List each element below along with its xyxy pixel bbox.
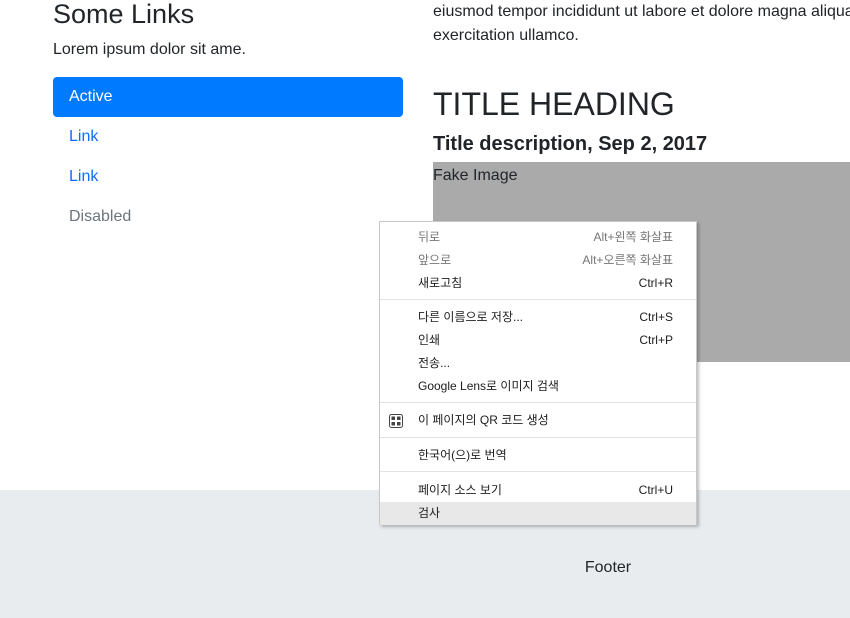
menu-item-qr-code[interactable]: 이 페이지의 QR 코드 생성 [380,409,696,432]
menu-separator [380,299,696,300]
menu-item-inspect[interactable]: 검사 [380,502,696,525]
menu-item-label: 검사 [418,506,441,520]
nav-item-active[interactable]: Active [53,77,403,117]
sidebar-title: Some Links [53,0,195,29]
menu-item-google-lens[interactable]: Google Lens로 이미지 검색 [380,375,696,398]
menu-item-print[interactable]: 인쇄 Ctrl+P [380,329,696,352]
menu-item-translate[interactable]: 한국어(으)로 번역 [380,444,696,467]
menu-item-label: Google Lens로 이미지 검색 [418,379,559,393]
post-description: Title description, Sep 2, 2017 [433,133,708,155]
menu-item-label: 한국어(으)로 번역 [418,448,507,462]
menu-item-label: 뒤로 [418,230,441,244]
sidebar-nav: Active Link Link Disabled [53,77,403,237]
menu-item-save-as[interactable]: 다른 이름으로 저장... Ctrl+S [380,306,696,329]
menu-item-label: 이 페이지의 QR 코드 생성 [418,413,549,427]
menu-item-shortcut: Ctrl+R [638,276,673,290]
menu-item-forward[interactable]: 앞으로 Alt+오른쪽 화살표 [380,249,696,272]
post-title: TITLE HEADING [433,86,675,122]
menu-item-shortcut: Alt+오른쪽 화살표 [582,253,673,267]
menu-item-label: 페이지 소스 보기 [418,483,502,497]
menu-separator [380,437,696,438]
menu-separator [380,402,696,403]
menu-separator [380,471,696,472]
footer-text: Footer [584,559,632,576]
intro-line-1: eiusmod tempor incididunt ut labore et d… [433,3,850,20]
menu-item-label: 전송... [418,356,451,370]
menu-item-shortcut: Alt+왼쪽 화살표 [593,230,673,244]
menu-item-reload[interactable]: 새로고침 Ctrl+R [380,272,696,295]
menu-item-back[interactable]: 뒤로 Alt+왼쪽 화살표 [380,226,696,249]
nav-item-disabled: Disabled [69,208,132,225]
menu-item-shortcut: Ctrl+U [638,483,673,497]
menu-item-view-source[interactable]: 페이지 소스 보기 Ctrl+U [380,479,696,502]
nav-item-link-1[interactable]: Link [53,117,403,157]
menu-item-shortcut: Ctrl+S [639,310,673,324]
menu-item-label: 인쇄 [418,333,441,347]
nav-item-link-2[interactable]: Link [53,157,403,197]
menu-item-cast[interactable]: 전송... [380,352,696,375]
context-menu: 뒤로 Alt+왼쪽 화살표 앞으로 Alt+오른쪽 화살표 새로고침 Ctrl+… [379,221,697,525]
menu-item-label: 앞으로 [418,253,452,267]
qr-code-icon [389,414,403,428]
fake-image-label: Fake Image [433,167,518,184]
menu-item-shortcut: Ctrl+P [639,333,673,347]
intro-line-2: exercitation ullamco. [433,27,579,44]
sidebar-description: Lorem ipsum dolor sit ame. [53,41,246,58]
menu-item-label: 새로고침 [418,276,463,290]
intro-paragraph: eiusmod tempor incididunt ut labore et d… [433,0,850,48]
menu-item-label: 다른 이름으로 저장... [418,310,523,324]
